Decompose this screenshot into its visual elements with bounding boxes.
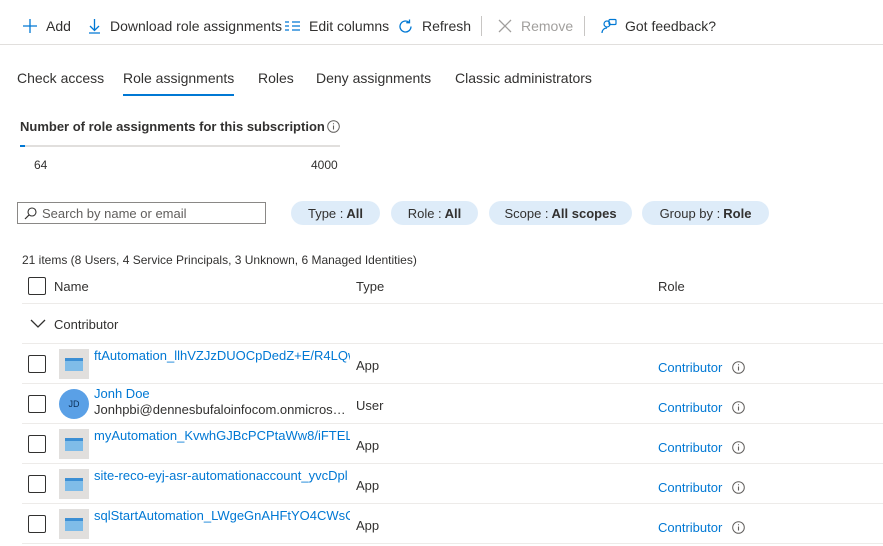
type-filter-pill[interactable]: Type : All xyxy=(291,201,380,225)
feedback-icon xyxy=(601,18,617,33)
info-icon[interactable] xyxy=(732,481,745,494)
remove-label: Remove xyxy=(521,18,574,34)
items-count-text: 21 items (8 Users, 4 Service Principals,… xyxy=(22,253,417,267)
role-filter-pill[interactable]: Role : All xyxy=(391,201,478,225)
tab-role-assignments[interactable]: Role assignments xyxy=(123,70,235,96)
role-assignment-progress-bar xyxy=(20,145,340,147)
table-row[interactable]: myAutomation_KvwhGJBcPCPtaWw8/iFTELgc Ap… xyxy=(0,424,883,464)
edit-columns-label: Edit columns xyxy=(309,18,390,34)
tab-classic-administrators[interactable]: Classic administrators xyxy=(455,70,592,96)
row-name-link[interactable]: site-reco-eyj-asr-automationaccount_yvcD… xyxy=(94,468,350,483)
download-icon xyxy=(89,19,100,34)
feedback-button[interactable]: Got feedback? xyxy=(600,14,716,38)
column-header-role[interactable]: Role xyxy=(658,279,685,294)
role-filter-label: Role : xyxy=(407,205,442,221)
avatar: JD xyxy=(59,389,89,419)
refresh-button[interactable]: Refresh xyxy=(397,14,471,38)
remove-button[interactable]: Remove xyxy=(497,14,573,38)
row-type: App xyxy=(356,518,380,533)
row-email: Jonhpbi@dennesbufaloinfocom.onmicrosoft.… xyxy=(94,402,350,417)
row-role-link[interactable]: Contributor xyxy=(658,400,722,415)
app-registration-icon xyxy=(59,349,89,379)
app-registration-icon xyxy=(59,509,89,539)
row-role-link[interactable]: Contributor xyxy=(658,360,722,375)
row-name-link[interactable]: Jonh Doe xyxy=(94,386,350,401)
type-filter-label: Type : xyxy=(307,205,344,221)
row-checkbox[interactable] xyxy=(28,515,46,533)
scope-filter-label: Scope : xyxy=(504,205,549,221)
table-row[interactable]: JD Jonh Doe Jonhpbi@dennesbufaloinfocom.… xyxy=(0,384,883,424)
row-name-link[interactable]: sqlStartAutomation_LWgeGnAHFtYO4CWsC1 xyxy=(94,508,350,523)
type-filter-value: All xyxy=(346,205,364,221)
refresh-icon xyxy=(399,19,412,33)
row-name-link[interactable]: myAutomation_KvwhGJBcPCPtaWw8/iFTELgc xyxy=(94,428,350,443)
row-checkbox[interactable] xyxy=(28,395,46,413)
row-checkbox[interactable] xyxy=(28,475,46,493)
add-label: Add xyxy=(46,18,71,34)
row-type: App xyxy=(356,358,380,373)
app-registration-icon xyxy=(59,469,89,499)
table-row[interactable]: ftAutomation_llhVZJzDUOCpDedZ+E/R4LQw Ap… xyxy=(0,344,883,384)
search-input[interactable] xyxy=(42,205,257,221)
download-role-assignments-button[interactable]: Download role assignments xyxy=(87,14,282,38)
row-name-link[interactable]: ftAutomation_llhVZJzDUOCpDedZ+E/R4LQw xyxy=(94,348,350,363)
row-role-link[interactable]: Contributor xyxy=(658,440,722,455)
row-role-link[interactable]: Contributor xyxy=(658,520,722,535)
toolbar-divider xyxy=(481,16,482,36)
tab-check-access[interactable]: Check access xyxy=(17,70,104,96)
app-registration-icon xyxy=(59,429,89,459)
command-bar: Add Download role assignments Edit colum… xyxy=(0,0,883,45)
columns-icon xyxy=(285,21,300,31)
row-checkbox[interactable] xyxy=(28,355,46,373)
edit-columns-button[interactable]: Edit columns xyxy=(284,14,389,38)
info-icon[interactable] xyxy=(732,361,745,374)
scope-filter-value: All scopes xyxy=(551,205,617,221)
search-box[interactable] xyxy=(17,202,266,224)
download-label: Download role assignments xyxy=(110,18,282,34)
feedback-label: Got feedback? xyxy=(625,18,717,34)
row-role-link[interactable]: Contributor xyxy=(658,480,722,495)
progress-fill xyxy=(20,145,26,147)
row-type: App xyxy=(356,438,380,453)
group-by-filter-label: Group by : xyxy=(659,205,721,221)
tab-deny-assignments[interactable]: Deny assignments xyxy=(316,70,431,96)
column-header-type[interactable]: Type xyxy=(356,279,384,294)
table-row[interactable]: sqlStartAutomation_LWgeGnAHFtYO4CWsC1 Ap… xyxy=(0,504,883,544)
info-icon[interactable] xyxy=(327,120,340,133)
row-checkbox[interactable] xyxy=(28,435,46,453)
group-by-filter-value: Role xyxy=(723,205,752,221)
info-icon[interactable] xyxy=(732,521,745,534)
info-icon[interactable] xyxy=(732,401,745,414)
group-by-filter-pill[interactable]: Group by : Role xyxy=(642,201,769,225)
row-type: App xyxy=(356,478,380,493)
progress-max-value: 4000 xyxy=(311,158,338,172)
role-filter-value: All xyxy=(444,205,462,221)
search-icon xyxy=(24,206,37,219)
group-header-contributor: Contributor xyxy=(54,317,119,332)
toolbar-divider xyxy=(584,16,585,36)
add-button[interactable]: Add xyxy=(22,14,71,38)
row-type: User xyxy=(356,398,384,413)
select-all-checkbox[interactable] xyxy=(28,277,46,295)
divider xyxy=(22,303,883,304)
scope-filter-pill[interactable]: Scope : All scopes xyxy=(489,201,632,225)
refresh-label: Refresh xyxy=(422,18,472,34)
chevron-down-icon[interactable] xyxy=(30,317,46,331)
plus-icon xyxy=(23,19,37,33)
tab-roles[interactable]: Roles xyxy=(258,70,294,96)
info-icon[interactable] xyxy=(732,441,745,454)
close-icon xyxy=(498,19,512,33)
progress-current-value: 64 xyxy=(34,158,48,172)
role-assignment-count-title: Number of role assignments for this subs… xyxy=(20,119,325,134)
table-row[interactable]: site-reco-eyj-asr-automationaccount_yvcD… xyxy=(0,464,883,504)
column-header-name[interactable]: Name xyxy=(54,279,89,294)
divider xyxy=(22,543,883,544)
